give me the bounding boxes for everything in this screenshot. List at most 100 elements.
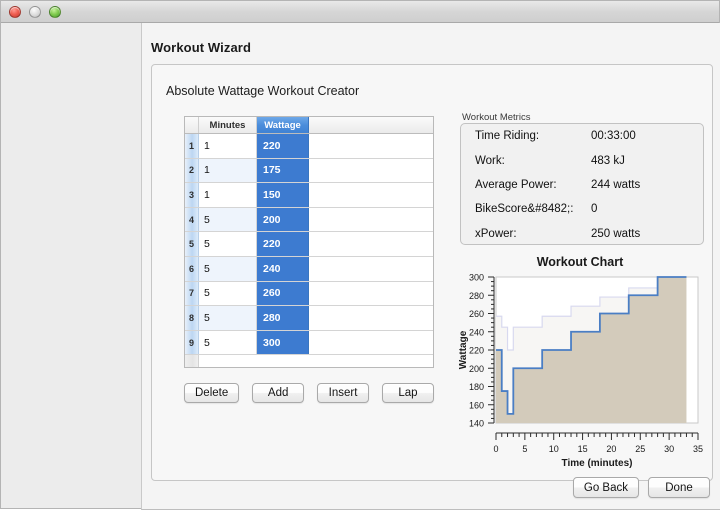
svg-text:200: 200 xyxy=(469,364,484,374)
metric-value: 483 kJ xyxy=(591,154,625,167)
minimize-window-icon[interactable] xyxy=(29,5,41,18)
sheet-action-buttons: Go Back Done xyxy=(572,477,710,498)
svg-text:0: 0 xyxy=(493,444,498,454)
table-gutter-filler xyxy=(185,355,199,367)
column-header-minutes[interactable]: Minutes xyxy=(199,117,257,133)
table-blank-filler xyxy=(199,355,433,367)
svg-text:20: 20 xyxy=(606,444,616,454)
cell-minutes[interactable]: 5 xyxy=(199,281,257,306)
svg-text:260: 260 xyxy=(469,309,484,319)
metric-key: xPower: xyxy=(475,227,517,240)
svg-text:10: 10 xyxy=(549,444,559,454)
cell-wattage[interactable]: 260 xyxy=(257,281,309,306)
svg-text:240: 240 xyxy=(469,327,484,337)
row-number[interactable]: 1 xyxy=(185,134,199,158)
cell-minutes[interactable]: 5 xyxy=(199,256,257,281)
table-row[interactable]: 3 1 150 xyxy=(185,183,433,208)
table-row[interactable]: 6 5 240 xyxy=(185,256,433,282)
chart-canvas: 140 160 180 200 220 240 260 280 300 Wattage 0 5 10 15… xyxy=(458,273,703,470)
table-row[interactable]: 4 5 200 xyxy=(185,207,433,233)
row-number[interactable]: 5 xyxy=(185,232,199,256)
metric-key: Work: xyxy=(475,154,505,167)
cell-minutes[interactable]: 5 xyxy=(199,232,257,256)
workout-chart: Workout Chart 140 160 180 200 220 240 260 280 30… xyxy=(452,255,708,473)
close-window-icon[interactable] xyxy=(9,5,21,18)
svg-text:30: 30 xyxy=(664,444,674,454)
cell-minutes[interactable]: 5 xyxy=(199,306,257,330)
lap-button[interactable]: Lap xyxy=(381,383,434,403)
table-row[interactable]: 7 5 260 xyxy=(185,281,433,307)
metric-value: 244 watts xyxy=(591,178,641,191)
cell-minutes[interactable]: 1 xyxy=(199,134,257,158)
cell-wattage[interactable]: 175 xyxy=(257,158,309,183)
cell-wattage[interactable]: 200 xyxy=(257,207,309,232)
row-number[interactable]: 6 xyxy=(185,256,199,281)
metric-row: Average Power: 244 watts xyxy=(461,173,703,197)
svg-text:25: 25 xyxy=(635,444,645,454)
metric-row: BikeScore&#8482;: 0 xyxy=(461,197,703,221)
table-action-buttons: Delete Add Insert Lap xyxy=(184,383,434,403)
window-controls xyxy=(9,5,61,18)
cell-minutes[interactable]: 1 xyxy=(199,183,257,207)
cell-wattage[interactable]: 220 xyxy=(257,134,309,158)
application-window: Workout Wizard Absolute Wattage Workout … xyxy=(0,0,720,510)
zoom-window-icon[interactable] xyxy=(49,5,61,18)
table-row[interactable]: 2 1 175 xyxy=(185,158,433,184)
metrics-group-label: Workout Metrics xyxy=(462,112,531,123)
metric-value: 0 xyxy=(591,203,598,216)
window-titlebar xyxy=(1,1,719,23)
metric-key: BikeScore&#8482;: xyxy=(475,203,574,216)
column-header-wattage[interactable]: Wattage xyxy=(257,117,309,133)
done-button[interactable]: Done xyxy=(648,477,710,498)
table-row[interactable]: 8 5 280 xyxy=(185,306,433,331)
table-row[interactable]: 5 5 220 xyxy=(185,232,433,257)
metric-value: 00:33:00 xyxy=(591,130,636,143)
window-body: Workout Wizard Absolute Wattage Workout … xyxy=(1,23,720,510)
table-row[interactable]: 9 5 300 xyxy=(185,330,433,356)
table-body: 1 1 220 2 1 175 3 1 150 4 5 200 5 5 220 6 5 240 7 5 260 8 5 280… xyxy=(185,134,433,356)
chart-title: Workout Chart xyxy=(536,255,624,269)
cell-wattage[interactable]: 280 xyxy=(257,306,309,330)
add-button[interactable]: Add xyxy=(252,383,305,403)
row-number[interactable]: 2 xyxy=(185,158,199,183)
cell-minutes[interactable]: 1 xyxy=(199,158,257,183)
cell-minutes[interactable]: 5 xyxy=(199,207,257,232)
cell-wattage[interactable]: 240 xyxy=(257,256,309,281)
table-row[interactable]: 1 1 220 xyxy=(185,134,433,159)
svg-text:Time (minutes): Time (minutes) xyxy=(562,458,633,469)
metric-row: xPower: 250 watts xyxy=(461,222,703,246)
insert-button[interactable]: Insert xyxy=(317,383,370,403)
workout-intervals-table[interactable]: Minutes Wattage 1 1 220 2 1 175 3 1 150 4 5 200 5 5 22… xyxy=(184,116,434,368)
workout-metrics-panel: Time Riding: 00:33:00 Work: 483 kJ Average P… xyxy=(460,123,704,245)
metric-row: Work: 483 kJ xyxy=(461,148,703,172)
page-title: Workout Wizard xyxy=(151,40,251,55)
cell-minutes[interactable]: 5 xyxy=(199,330,257,355)
svg-text:280: 280 xyxy=(469,291,484,301)
cell-wattage[interactable]: 300 xyxy=(257,330,309,355)
svg-text:5: 5 xyxy=(522,444,527,454)
metric-row: Time Riding: 00:33:00 xyxy=(461,124,703,148)
svg-text:15: 15 xyxy=(578,444,588,454)
row-number[interactable]: 4 xyxy=(185,207,199,232)
row-number[interactable]: 8 xyxy=(185,306,199,330)
column-header-gutter xyxy=(185,117,199,133)
metric-key: Time Riding: xyxy=(475,130,540,143)
svg-text:140: 140 xyxy=(469,419,484,429)
table-empty-area xyxy=(185,355,433,367)
row-number[interactable]: 9 xyxy=(185,330,199,355)
metric-key: Average Power: xyxy=(475,178,557,191)
cell-wattage[interactable]: 150 xyxy=(257,183,309,207)
row-number[interactable]: 3 xyxy=(185,183,199,207)
table-header-row: Minutes Wattage xyxy=(185,117,433,134)
go-back-button[interactable]: Go Back xyxy=(572,477,639,498)
svg-text:160: 160 xyxy=(469,400,484,410)
row-number[interactable]: 7 xyxy=(185,281,199,306)
svg-text:220: 220 xyxy=(469,346,484,356)
svg-text:180: 180 xyxy=(469,382,484,392)
delete-button[interactable]: Delete xyxy=(184,383,240,403)
workout-creator-groupbox: Absolute Wattage Workout Creator Minutes… xyxy=(151,64,713,481)
group-heading: Absolute Wattage Workout Creator xyxy=(166,84,360,98)
metric-value: 250 watts xyxy=(591,227,641,240)
cell-wattage[interactable]: 220 xyxy=(257,232,309,256)
svg-text:300: 300 xyxy=(469,273,484,283)
